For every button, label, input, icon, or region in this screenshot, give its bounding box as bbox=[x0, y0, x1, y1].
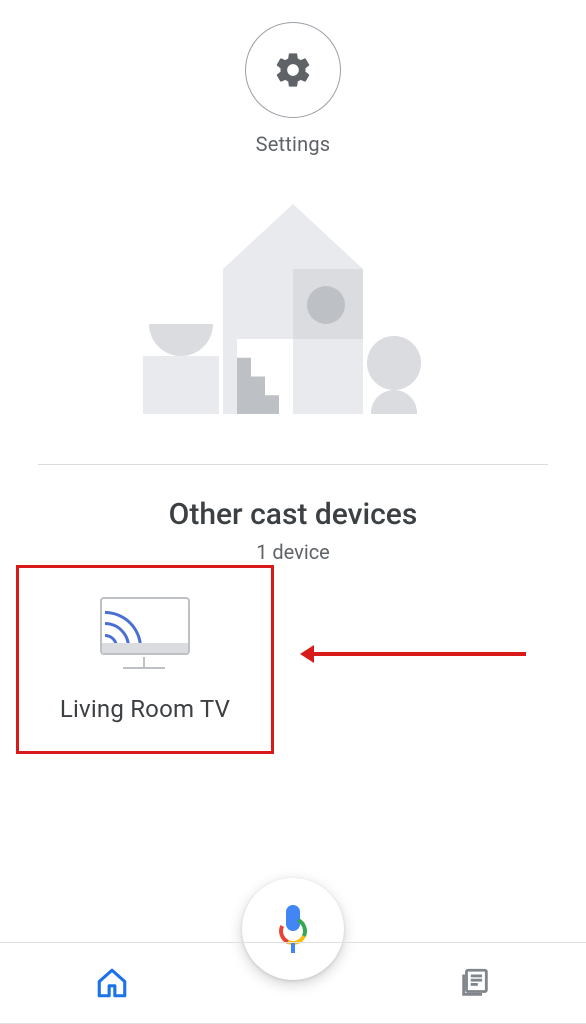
cast-section-subtitle: 1 device bbox=[0, 540, 586, 564]
settings-section: Settings bbox=[0, 0, 586, 156]
feed-icon bbox=[458, 966, 492, 1000]
nav-home-tab[interactable] bbox=[0, 966, 223, 1000]
annotation-arrow bbox=[310, 652, 526, 656]
home-icon bbox=[95, 966, 129, 1000]
device-card-living-room-tv[interactable]: Living Room TV bbox=[16, 565, 274, 754]
cast-tv-icon bbox=[90, 597, 200, 677]
settings-label: Settings bbox=[256, 132, 331, 156]
nav-feed-tab[interactable] bbox=[363, 966, 586, 1000]
gear-icon bbox=[273, 50, 313, 90]
home-illustration bbox=[153, 204, 433, 414]
divider bbox=[38, 464, 548, 465]
cast-section-title: Other cast devices bbox=[0, 497, 586, 532]
device-name-label: Living Room TV bbox=[60, 695, 230, 723]
bottom-nav bbox=[0, 942, 586, 1024]
settings-button[interactable] bbox=[245, 22, 341, 118]
